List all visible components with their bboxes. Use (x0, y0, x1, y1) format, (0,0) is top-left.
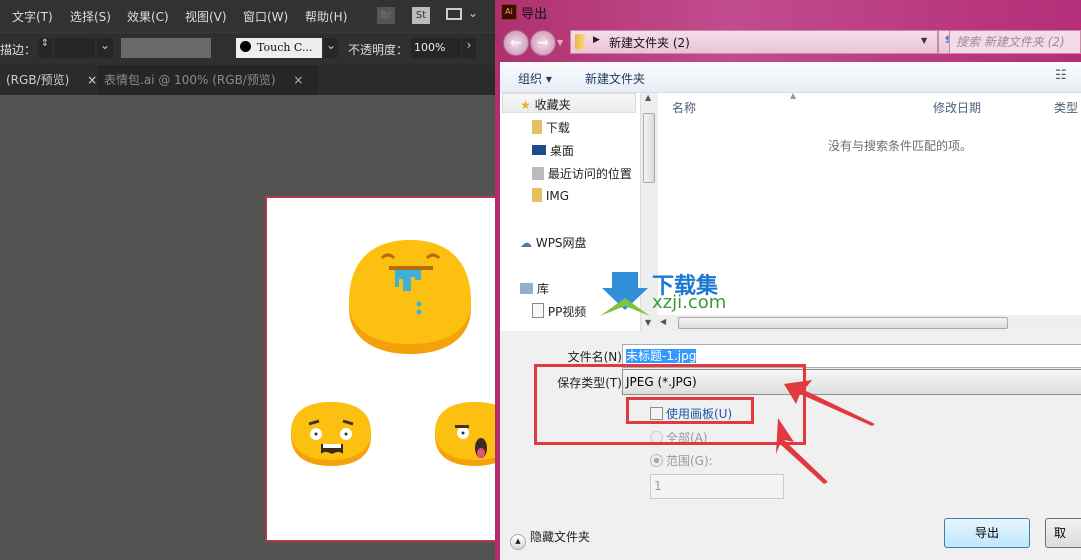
arrow-to-use-artboard-icon (776, 418, 828, 484)
dialog-titlebar: Ai 导出 (495, 0, 1081, 24)
tab-label: (RGB/预览) (6, 73, 70, 87)
brush-dot-icon (240, 41, 251, 52)
close-icon[interactable]: × (87, 73, 97, 87)
arrow-to-filetype-icon (784, 380, 875, 426)
stock-icon[interactable]: St (412, 7, 430, 24)
ai-app-icon: Ai (501, 4, 517, 20)
tab-label: 表情包.ai @ 100% (RGB/预览) (104, 73, 276, 87)
forward-button[interactable]: → (530, 30, 556, 56)
stroke-stepper[interactable]: ⇕ (38, 38, 52, 58)
brush-definition[interactable]: Touch C... (236, 38, 322, 58)
tab-current-document[interactable]: (RGB/预览) × (0, 65, 103, 95)
variable-width-profile[interactable] (121, 38, 211, 58)
chevron-right-icon[interactable]: › (462, 38, 476, 58)
breadcrumb-arrow-icon[interactable]: ▶ (593, 35, 600, 45)
stroke-label: 描边： (0, 43, 37, 57)
brush-label: Touch C... (257, 41, 313, 54)
address-dropdown-icon[interactable]: ▼ (921, 36, 927, 45)
stroke-dropdown-icon[interactable]: ⌄ (97, 38, 113, 58)
scared-emoji (291, 402, 371, 466)
tab-emoji-document[interactable]: 表情包.ai @ 100% (RGB/预览) × (98, 65, 318, 95)
opacity-input[interactable]: 100% (411, 38, 461, 58)
back-button[interactable]: ← (503, 30, 529, 56)
dialog-title: 导出 (521, 7, 548, 22)
breadcrumb-current-folder[interactable]: 新建文件夹 (2) (609, 34, 690, 51)
emoji-artwork (291, 240, 515, 466)
workspace-switcher-icon[interactable] (446, 8, 462, 20)
close-icon[interactable]: × (293, 73, 303, 87)
menu-view[interactable]: 视图(V) (185, 8, 227, 25)
navigation-row: ← → ▼ ▶ 新建文件夹 (2) ▼ ⇆ 搜索 新建文件夹 (2) (495, 26, 1081, 60)
drooling-emoji (349, 240, 471, 354)
menu-select[interactable]: 选择(S) (70, 8, 111, 25)
search-input[interactable]: 搜索 新建文件夹 (2) (949, 30, 1081, 54)
menu-text[interactable]: 文字(T) (12, 8, 53, 25)
annotation-arrows (776, 380, 875, 484)
menu-window[interactable]: 窗口(W) (243, 8, 288, 25)
chevron-down-icon[interactable]: ⌄ (468, 6, 478, 20)
bridge-icon[interactable]: Br (377, 7, 395, 24)
export-dialog: Ai 导出 ← → ▼ ▶ 新建文件夹 (2) ▼ ⇆ 搜索 新建文件夹 (2)… (495, 0, 1081, 560)
brush-dropdown-icon[interactable]: ⌄ (324, 38, 338, 58)
yawning-emoji (435, 402, 515, 466)
control-bar: 描边： ⇕ ⌄ Touch C... ⌄ 不透明度： 100% › (0, 32, 495, 65)
menu-effect[interactable]: 效果(C) (127, 8, 169, 25)
ai-menubar: 文字(T) 选择(S) 效果(C) 视图(V) 窗口(W) 帮助(H) Br S… (0, 0, 495, 32)
dialog-body: 组织 ▾ 新建文件夹 ☷ ★ 收藏夹 下载 桌面 最近访问的位置 IMG ☁ W… (500, 62, 1081, 560)
folder-icon (575, 34, 585, 49)
stroke-weight-input[interactable] (55, 38, 95, 58)
recent-pages-dropdown-icon[interactable]: ▼ (557, 38, 563, 47)
opacity-label: 不透明度： (348, 43, 409, 57)
document-tabs: (RGB/预览) × 表情包.ai @ 100% (RGB/预览) × (0, 65, 495, 95)
artboard[interactable] (265, 196, 515, 542)
address-bar[interactable]: ▶ 新建文件夹 (2) ▼ (570, 30, 938, 54)
menu-help[interactable]: 帮助(H) (305, 8, 347, 25)
